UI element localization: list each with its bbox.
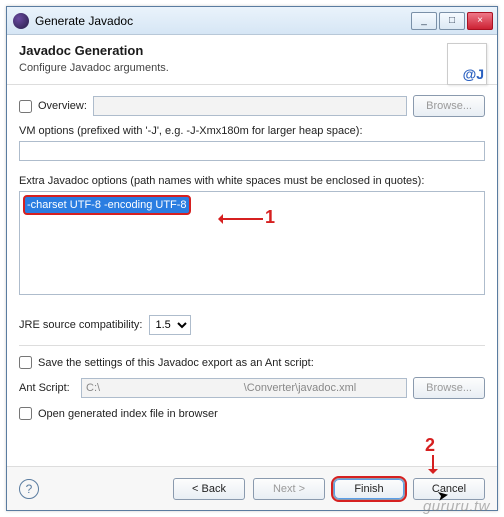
eclipse-icon [13,13,29,29]
dialog-body: Overview: Browse... VM options (prefixed… [7,85,497,438]
dialog-window: Generate Javadoc _ □ × Javadoc Generatio… [6,6,498,511]
next-button: Next > [253,478,325,500]
ant-browse-button[interactable]: Browse... [413,377,485,399]
extra-options-field[interactable]: -charset UTF-8 -encoding UTF-8 [19,191,485,295]
open-index-label: Open generated index file in browser [38,408,218,420]
overview-checkbox[interactable] [19,100,32,113]
watermark: gururu.tw [423,498,490,515]
page-subtitle: Configure Javadoc arguments. [19,62,485,74]
page-title: Javadoc Generation [19,43,485,58]
minimize-button[interactable]: _ [411,12,437,30]
close-button[interactable]: × [467,12,493,30]
ant-script-label: Ant Script: [19,382,75,394]
help-button[interactable]: ? [19,479,39,499]
jre-compat-select[interactable]: 1.5 [149,315,191,335]
maximize-button[interactable]: □ [439,12,465,30]
overview-label: Overview: [38,100,87,112]
vm-options-field[interactable] [19,141,485,161]
window-title: Generate Javadoc [35,14,411,28]
open-index-checkbox[interactable] [19,407,32,420]
extra-options-label: Extra Javadoc options (path names with w… [19,175,485,187]
extra-options-value: -charset UTF-8 -encoding UTF-8 [23,195,191,215]
save-ant-checkbox[interactable] [19,356,32,369]
back-button[interactable]: < Back [173,478,245,500]
titlebar[interactable]: Generate Javadoc _ □ × [7,7,497,35]
jre-compat-label: JRE source compatibility: [19,319,143,331]
ant-script-field[interactable] [81,378,407,398]
vm-options-label: VM options (prefixed with '-J', e.g. -J-… [19,125,485,137]
javadoc-icon [447,43,487,85]
dialog-header: Javadoc Generation Configure Javadoc arg… [7,35,497,85]
overview-browse-button[interactable]: Browse... [413,95,485,117]
save-ant-label: Save the settings of this Javadoc export… [38,357,314,369]
overview-field[interactable] [93,96,407,116]
annotation-arrow-2 [432,455,434,473]
finish-button[interactable]: Finish [333,478,405,500]
annotation-arrow-1 [219,218,263,220]
annotation-2: 2 [425,435,435,456]
